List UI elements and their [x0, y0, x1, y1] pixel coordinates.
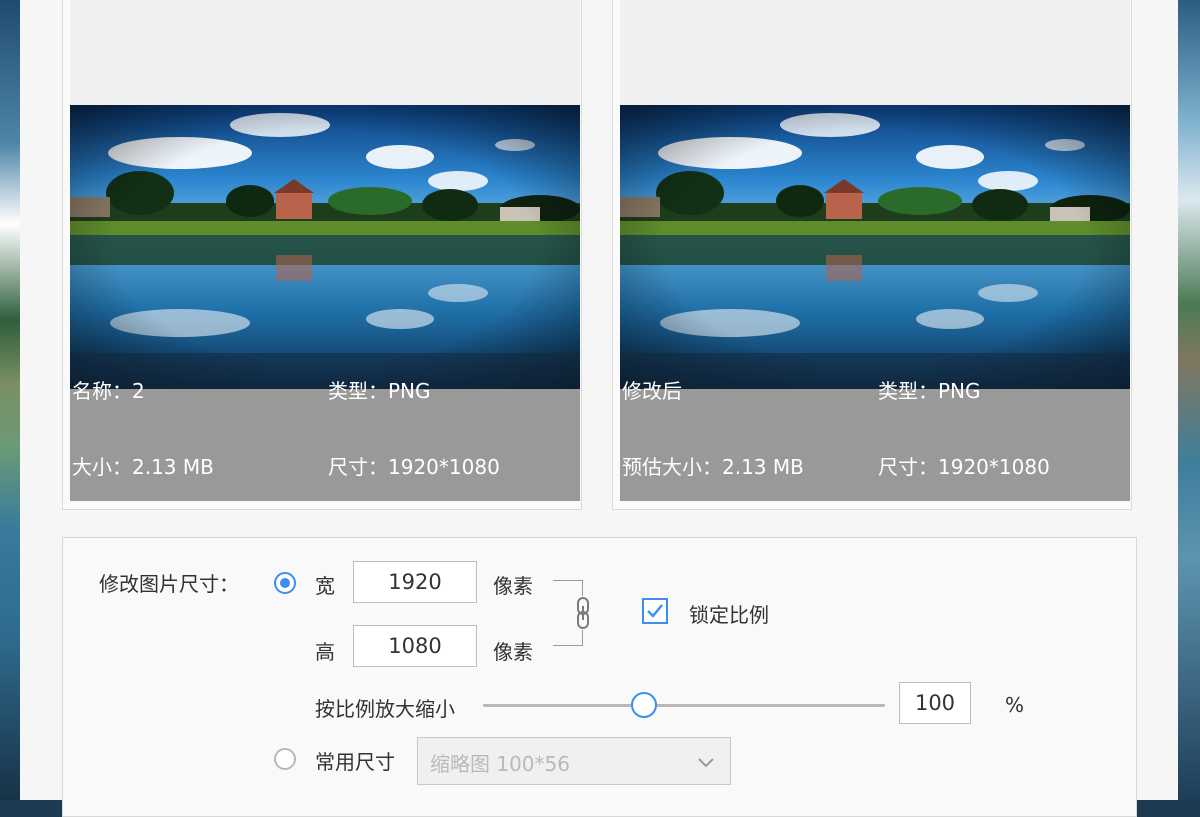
scale-slider-track[interactable] [483, 704, 885, 707]
modified-preview-card: 修改后 类型：PNG 预估大小：2.13 MB 尺寸：1920*1080 [612, 0, 1132, 510]
modified-preview-image [620, 105, 1130, 389]
width-input[interactable]: 1920 [353, 561, 477, 603]
background-photo-left [0, 0, 20, 800]
file-type: 类型：PNG [878, 379, 981, 403]
original-preview-image [70, 105, 580, 389]
file-type: 类型：PNG [328, 379, 431, 403]
resize-section-label: 修改图片尺寸： [99, 572, 239, 596]
width-unit: 像素 [493, 574, 533, 598]
file-dimensions: 尺寸：1920*1080 [878, 455, 1050, 479]
chevron-down-icon [698, 758, 714, 768]
preset-size-radio[interactable] [274, 748, 296, 770]
scale-slider-thumb[interactable] [630, 692, 657, 718]
lock-ratio-checkbox[interactable] [642, 598, 668, 624]
file-name: 名称：2 [72, 379, 145, 403]
file-size: 大小：2.13 MB [72, 455, 214, 479]
lock-ratio-label: 锁定比例 [689, 603, 769, 627]
resize-dialog: 名称：2 类型：PNG 大小：2.13 MB 尺寸：1920*1080 修改后 … [20, 0, 1178, 817]
info-background [620, 389, 1130, 501]
preset-size-select[interactable]: 缩略图 100*56 [417, 737, 731, 785]
preview-padding [620, 0, 1130, 105]
background-photo-right [1178, 0, 1200, 800]
info-background [70, 389, 580, 501]
info-overlay [620, 353, 1130, 389]
custom-size-radio[interactable] [274, 572, 296, 594]
height-unit: 像素 [493, 640, 533, 664]
height-label: 高 [315, 640, 335, 664]
scale-label: 按比例放大缩小 [315, 697, 455, 721]
file-dimensions: 尺寸：1920*1080 [328, 455, 500, 479]
width-label: 宽 [315, 574, 335, 598]
modified-label: 修改后 [622, 379, 682, 403]
resize-settings-panel: 修改图片尺寸： 宽 1920 像素 高 1080 像素 锁定比例 按比例放大缩小… [62, 537, 1137, 817]
checkmark-icon [647, 604, 663, 618]
chain-link-icon[interactable] [573, 596, 593, 630]
percent-unit: % [1005, 693, 1025, 717]
info-overlay [70, 353, 580, 389]
scale-input[interactable]: 100 [899, 682, 971, 724]
preview-padding [70, 0, 580, 105]
estimated-size: 预估大小：2.13 MB [622, 455, 804, 479]
preset-size-value: 缩略图 100*56 [430, 752, 570, 776]
original-preview-card: 名称：2 类型：PNG 大小：2.13 MB 尺寸：1920*1080 [62, 0, 582, 510]
preset-size-label: 常用尺寸 [315, 750, 395, 774]
height-input[interactable]: 1080 [353, 625, 477, 667]
